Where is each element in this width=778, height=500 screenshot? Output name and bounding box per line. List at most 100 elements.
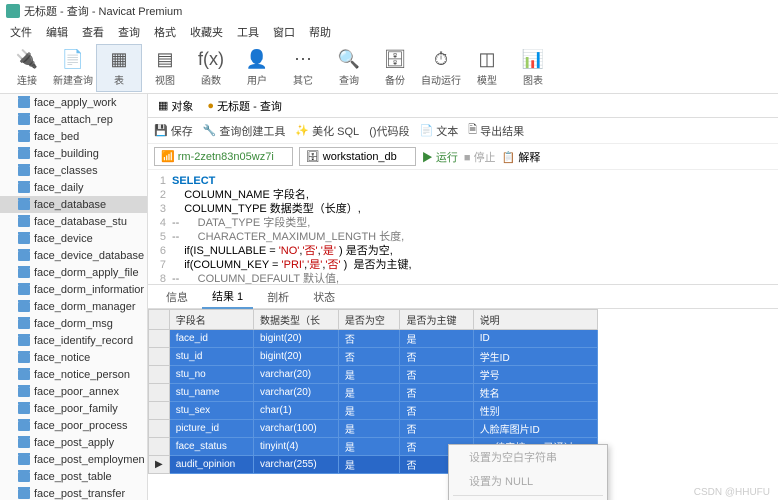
cell[interactable]: 否 bbox=[400, 366, 473, 384]
table-face_device_database[interactable]: face_device_database bbox=[0, 247, 147, 264]
cell[interactable]: stu_id bbox=[169, 348, 253, 366]
menu-edit[interactable]: 编辑 bbox=[40, 22, 74, 42]
menu-help[interactable]: 帮助 bbox=[303, 22, 337, 42]
cell[interactable]: 是 bbox=[338, 402, 400, 420]
cell[interactable]: 否 bbox=[400, 402, 473, 420]
col-header[interactable]: 是否为空 bbox=[338, 310, 400, 330]
row-marker[interactable] bbox=[149, 384, 170, 402]
server-select[interactable]: 📶 rm-2zetn83n05wz7i bbox=[154, 147, 293, 166]
table-face_poor_family[interactable]: face_poor_family bbox=[0, 400, 147, 417]
table-face_poor_annex[interactable]: face_poor_annex bbox=[0, 383, 147, 400]
table-face_dorm_manager[interactable]: face_dorm_manager bbox=[0, 298, 147, 315]
toolbar-表[interactable]: ▦表 bbox=[96, 44, 142, 92]
tab-profile[interactable]: 剖析 bbox=[257, 286, 299, 308]
cell[interactable]: bigint(20) bbox=[253, 348, 338, 366]
save-button[interactable]: 💾 保存 bbox=[154, 123, 193, 139]
menu-favorites[interactable]: 收藏夹 bbox=[184, 22, 229, 42]
cell[interactable]: 否 bbox=[338, 330, 400, 348]
table-face_bed[interactable]: face_bed bbox=[0, 128, 147, 145]
table-face_database[interactable]: face_database bbox=[0, 196, 147, 213]
col-header[interactable]: 是否为主键 bbox=[400, 310, 473, 330]
ctx-set-blank[interactable]: 设置为空白字符串 bbox=[449, 445, 607, 469]
cell[interactable]: char(1) bbox=[253, 402, 338, 420]
cell[interactable]: stu_no bbox=[169, 366, 253, 384]
table-face_attach_rep[interactable]: face_attach_rep bbox=[0, 111, 147, 128]
cell[interactable]: 人脸库图片ID bbox=[473, 420, 597, 438]
menu-format[interactable]: 格式 bbox=[148, 22, 182, 42]
table-face_daily[interactable]: face_daily bbox=[0, 179, 147, 196]
text-button[interactable]: 📄 文本 bbox=[420, 123, 459, 139]
cell[interactable]: varchar(100) bbox=[253, 420, 338, 438]
cell[interactable]: stu_sex bbox=[169, 402, 253, 420]
sidebar[interactable]: face_apply_workface_attach_repface_bedfa… bbox=[0, 94, 148, 500]
col-header[interactable]: 数据类型（长 bbox=[253, 310, 338, 330]
ctx-set-null[interactable]: 设置为 NULL bbox=[449, 469, 607, 493]
cell[interactable]: 否 bbox=[338, 348, 400, 366]
table-face_dorm_msg[interactable]: face_dorm_msg bbox=[0, 315, 147, 332]
result-grid[interactable]: 字段名数据类型（长是否为空是否为主键说明face_idbigint(20)否是I… bbox=[148, 309, 778, 474]
table-face_notice_person[interactable]: face_notice_person bbox=[0, 366, 147, 383]
cell[interactable]: varchar(255) bbox=[253, 456, 338, 474]
export-button[interactable]: 🗎 导出结果 bbox=[468, 121, 524, 140]
sql-editor[interactable]: 1SELECT 2 COLUMN_NAME 字段名, 3 COLUMN_TYPE… bbox=[148, 170, 778, 285]
cell[interactable]: bigint(20) bbox=[253, 330, 338, 348]
table-face_poor_process[interactable]: face_poor_process bbox=[0, 417, 147, 434]
menu-file[interactable]: 文件 bbox=[4, 22, 38, 42]
cell[interactable]: 是 bbox=[338, 420, 400, 438]
menu-query[interactable]: 查询 bbox=[112, 22, 146, 42]
table-face_dorm_apply_file[interactable]: face_dorm_apply_file bbox=[0, 264, 147, 281]
toolbar-图表[interactable]: 📊图表 bbox=[510, 44, 556, 92]
row-marker[interactable] bbox=[149, 330, 170, 348]
row-marker[interactable] bbox=[149, 420, 170, 438]
row-marker[interactable]: ▶ bbox=[149, 456, 170, 474]
tab-objects[interactable]: ▦对象 bbox=[154, 96, 197, 116]
row-marker[interactable] bbox=[149, 438, 170, 456]
row-marker[interactable] bbox=[149, 348, 170, 366]
table-face_classes[interactable]: face_classes bbox=[0, 162, 147, 179]
table-face_apply_work[interactable]: face_apply_work bbox=[0, 94, 147, 111]
table-face_identify_record[interactable]: face_identify_record bbox=[0, 332, 147, 349]
cell[interactable]: 性别 bbox=[473, 402, 597, 420]
table-face_post_table[interactable]: face_post_table bbox=[0, 468, 147, 485]
table-face_post_transfer[interactable]: face_post_transfer bbox=[0, 485, 147, 500]
toolbar-其它[interactable]: ⋯其它 bbox=[280, 44, 326, 92]
cell[interactable]: ID bbox=[473, 330, 597, 348]
col-header[interactable]: 字段名 bbox=[169, 310, 253, 330]
run-button[interactable]: ▶ 运行 bbox=[422, 149, 458, 165]
tab-result[interactable]: 结果 1 bbox=[202, 285, 253, 309]
table-face_post_apply[interactable]: face_post_apply bbox=[0, 434, 147, 451]
cell[interactable]: stu_name bbox=[169, 384, 253, 402]
tab-info[interactable]: 信息 bbox=[156, 286, 198, 308]
cell[interactable]: 否 bbox=[400, 384, 473, 402]
table-face_notice[interactable]: face_notice bbox=[0, 349, 147, 366]
toolbar-连接[interactable]: 🔌连接 bbox=[4, 44, 50, 92]
toolbar-模型[interactable]: ◫模型 bbox=[464, 44, 510, 92]
cell[interactable]: 否 bbox=[400, 348, 473, 366]
cell[interactable]: 学号 bbox=[473, 366, 597, 384]
tab-status[interactable]: 状态 bbox=[303, 286, 345, 308]
tab-query[interactable]: ●无标题 - 查询 bbox=[203, 96, 285, 116]
menu-tools[interactable]: 工具 bbox=[231, 22, 265, 42]
cell[interactable]: 是 bbox=[400, 330, 473, 348]
cell[interactable]: picture_id bbox=[169, 420, 253, 438]
cell[interactable]: 是 bbox=[338, 384, 400, 402]
cell[interactable]: varchar(20) bbox=[253, 384, 338, 402]
toolbar-用户[interactable]: 👤用户 bbox=[234, 44, 280, 92]
stop-button[interactable]: ■ 停止 bbox=[464, 149, 496, 165]
table-face_post_employmen[interactable]: face_post_employmen bbox=[0, 451, 147, 468]
menu-view[interactable]: 查看 bbox=[76, 22, 110, 42]
cell[interactable]: 是 bbox=[338, 366, 400, 384]
builder-button[interactable]: 🔧 查询创建工具 bbox=[203, 123, 286, 139]
row-marker[interactable] bbox=[149, 402, 170, 420]
db-select[interactable]: 🗄 workstation_db bbox=[299, 147, 416, 166]
toolbar-查询[interactable]: 🔍查询 bbox=[326, 44, 372, 92]
table-face_dorm_informatior[interactable]: face_dorm_informatior bbox=[0, 281, 147, 298]
beautify-button[interactable]: ✨ 美化 SQL bbox=[295, 123, 359, 139]
cell[interactable]: varchar(20) bbox=[253, 366, 338, 384]
cell[interactable]: 否 bbox=[400, 420, 473, 438]
cell[interactable]: 姓名 bbox=[473, 384, 597, 402]
cell[interactable]: tinyint(4) bbox=[253, 438, 338, 456]
cell[interactable]: 学生ID bbox=[473, 348, 597, 366]
cell[interactable]: face_status bbox=[169, 438, 253, 456]
toolbar-视图[interactable]: ▤视图 bbox=[142, 44, 188, 92]
